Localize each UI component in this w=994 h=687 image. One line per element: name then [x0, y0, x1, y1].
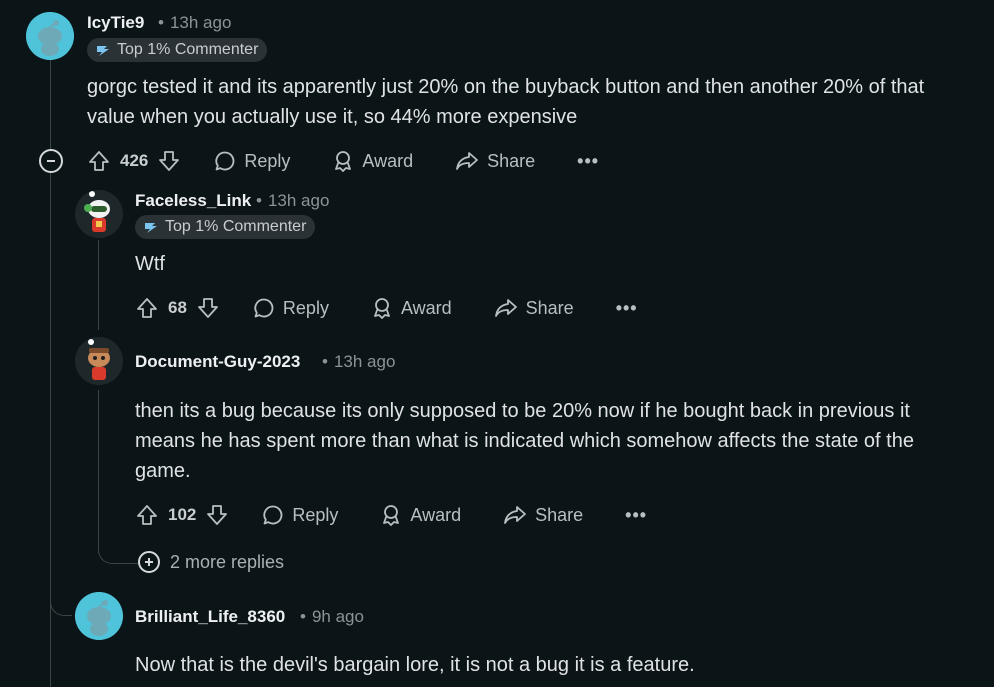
downvote-button[interactable] — [206, 504, 228, 526]
user-flair: Top 1% Commenter — [135, 215, 316, 239]
thread-curve-more-replies — [98, 540, 138, 564]
comment-body: then its a bug because its only supposed… — [135, 400, 914, 482]
vote-count: 102 — [168, 505, 197, 524]
comment-bubble-icon — [254, 298, 274, 318]
flair-icon — [97, 46, 109, 56]
share-label: Share — [487, 150, 536, 171]
custom-avatar-icon — [75, 190, 123, 238]
separator-dot: • — [300, 607, 306, 626]
comment-actions: 426 Reply Award Share ••• — [88, 146, 599, 176]
upvote-icon — [137, 298, 157, 318]
more-replies-button[interactable]: 2 more replies — [138, 551, 284, 573]
downvote-icon — [159, 151, 180, 171]
comment-username[interactable]: Document-Guy-2023 — [135, 352, 300, 372]
downvote-icon — [207, 505, 228, 525]
upvote-button[interactable] — [88, 150, 110, 172]
separator-dot: • — [322, 352, 328, 371]
thread-line-main-lower — [50, 172, 51, 687]
vote-count: 426 — [120, 151, 149, 170]
more-options-button[interactable]: ••• — [625, 505, 647, 526]
separator-dot: • — [158, 13, 164, 32]
share-label: Share — [535, 504, 584, 525]
thread-line-nested — [98, 390, 99, 553]
vote-count: 68 — [168, 298, 187, 317]
collapse-thread-button[interactable] — [39, 149, 63, 173]
share-icon — [504, 506, 527, 524]
time-text: 13h ago — [333, 352, 396, 371]
award-button[interactable]: Award — [380, 504, 461, 526]
reply-label: Reply — [244, 150, 291, 171]
avatar[interactable] — [26, 12, 74, 60]
plus-icon — [138, 551, 160, 573]
snoo-avatar-icon — [75, 592, 123, 640]
flair-text: Top 1% Commenter — [117, 41, 259, 58]
share-button[interactable]: Share — [503, 504, 583, 526]
award-button[interactable]: Award — [371, 297, 452, 319]
flair-text: Top 1% Commenter — [165, 218, 307, 235]
upvote-button[interactable] — [136, 504, 158, 526]
time-text: 13h ago — [169, 13, 232, 32]
award-label: Award — [362, 150, 414, 171]
thread-line-reply — [98, 240, 99, 330]
time-text: 13h ago — [267, 191, 330, 210]
reply-button[interactable]: Reply — [253, 297, 329, 319]
share-icon — [456, 152, 479, 170]
thread-line-main — [50, 60, 51, 150]
more-options-button[interactable]: ••• — [616, 298, 638, 319]
downvote-button[interactable] — [197, 297, 219, 319]
award-icon — [335, 151, 352, 172]
award-icon — [383, 505, 400, 526]
avatar[interactable] — [75, 592, 123, 640]
award-button[interactable]: Award — [332, 150, 413, 172]
comment-timestamp: • 9h ago — [300, 607, 364, 627]
downvote-icon — [198, 298, 218, 318]
snoo-avatar-icon — [26, 12, 74, 60]
comment-username[interactable]: Brilliant_Life_8360 — [135, 607, 285, 627]
comment-timestamp: • 13h ago — [256, 191, 329, 211]
avatar[interactable] — [75, 190, 123, 238]
reply-button[interactable]: Reply — [262, 504, 338, 526]
comment-timestamp: • 13h ago — [158, 13, 231, 33]
custom-avatar-icon — [75, 337, 123, 385]
reply-label: Reply — [292, 504, 339, 525]
more-replies-label: 2 more replies — [170, 551, 285, 572]
comment-body: Wtf — [135, 253, 165, 275]
user-flair: Top 1% Commenter — [87, 38, 268, 62]
avatar[interactable] — [75, 337, 123, 385]
comment-bubble-icon — [263, 505, 283, 525]
award-label: Award — [410, 504, 462, 525]
downvote-button[interactable] — [158, 150, 180, 172]
reply-label: Reply — [282, 297, 329, 318]
award-icon — [374, 298, 390, 319]
upvote-icon — [137, 505, 157, 525]
award-label: Award — [400, 297, 452, 318]
comment-bubble-icon — [215, 151, 235, 171]
comment-username[interactable]: Faceless_Link — [135, 191, 251, 211]
separator-dot: • — [256, 191, 262, 210]
comment-username[interactable]: IcyTie9 — [87, 13, 144, 33]
minus-icon — [47, 160, 55, 162]
flair-icon — [145, 223, 157, 233]
upvote-button[interactable] — [136, 297, 158, 319]
thread-curve-last — [50, 592, 72, 616]
comment-actions: 102 Reply Award Share ••• — [136, 500, 647, 530]
share-button[interactable]: Share — [455, 150, 535, 172]
share-label: Share — [525, 297, 574, 318]
upvote-icon — [89, 151, 109, 171]
share-button[interactable]: Share — [494, 297, 574, 319]
comment-body: gorgc tested it and its apparently just … — [87, 76, 925, 128]
comment-body: Now that is the devil's bargain lore, it… — [135, 654, 695, 676]
time-text: 9h ago — [311, 607, 364, 626]
more-options-button[interactable]: ••• — [577, 151, 599, 172]
comment-timestamp: • 13h ago — [322, 352, 395, 372]
share-icon — [494, 299, 517, 317]
comment-actions: 68 Reply Award Share ••• — [136, 293, 638, 323]
reply-button[interactable]: Reply — [214, 150, 290, 172]
